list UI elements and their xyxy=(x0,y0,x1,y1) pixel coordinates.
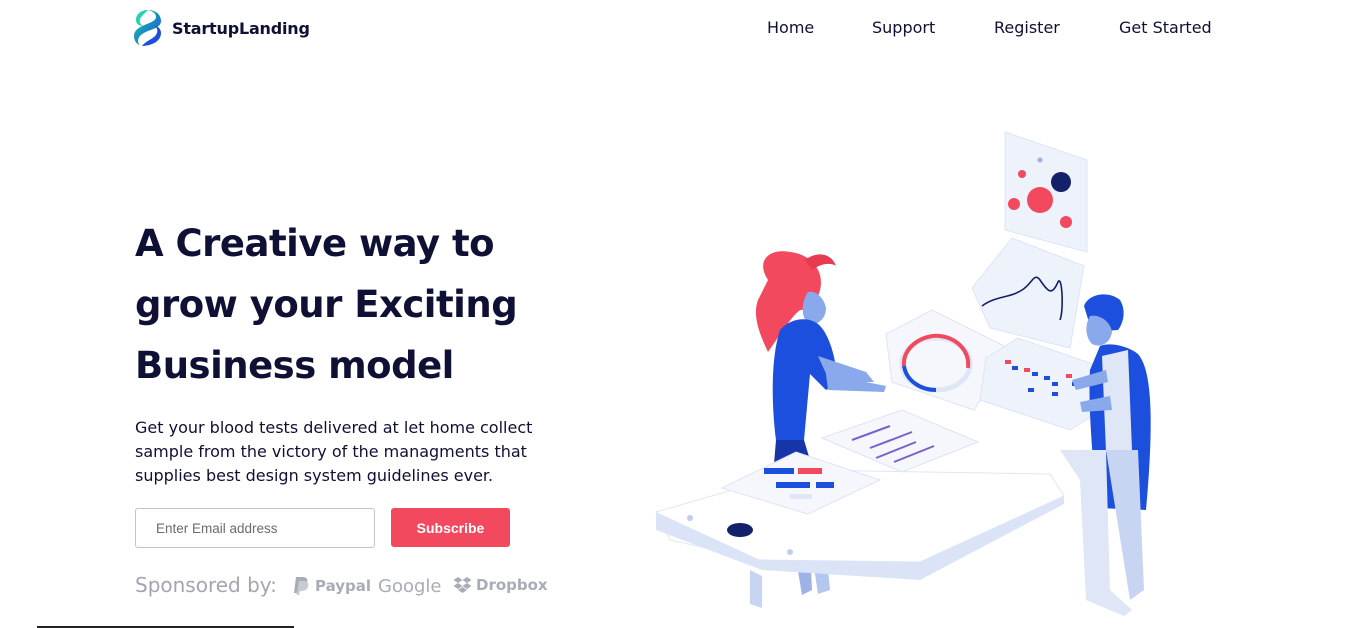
nav-support[interactable]: Support xyxy=(872,18,935,37)
hero-title-line: grow your Exciting xyxy=(135,283,518,326)
hero-description: Get your blood tests delivered at let ho… xyxy=(135,418,533,485)
sponsor-name: Dropbox xyxy=(476,576,548,594)
line-chart-card xyxy=(971,237,1085,349)
sponsor-dropbox: Dropbox xyxy=(453,576,548,594)
hero-title: A Creative way to grow your Exciting Bus… xyxy=(135,213,655,396)
bubble-chart-card xyxy=(1004,131,1088,253)
sponsor-google: Google xyxy=(378,576,441,597)
hero-illustration xyxy=(655,131,1151,616)
subscribe-button[interactable]: Subscribe xyxy=(391,508,510,547)
sponsor-name: Paypal xyxy=(315,577,372,595)
desk xyxy=(655,469,1065,608)
sponsor-label: Sponsored by: xyxy=(135,573,277,597)
email-input[interactable] xyxy=(135,508,375,548)
nav-register[interactable]: Register xyxy=(994,18,1060,37)
site-header: StartupLanding Home Support Register Get… xyxy=(0,0,1347,60)
sponsor-name: Google xyxy=(378,576,442,597)
dropbox-icon xyxy=(453,577,472,593)
list-card xyxy=(820,409,980,473)
nav-get-started[interactable]: Get Started xyxy=(1119,18,1212,37)
sponsor-paypal: Paypal xyxy=(293,576,371,596)
hero-title-line: A Creative way to xyxy=(135,222,495,265)
paypal-icon xyxy=(294,577,309,595)
hero-title-line: Business model xyxy=(135,344,454,387)
nav-home[interactable]: Home xyxy=(767,18,814,37)
main-nav: Home Support Register Get Started xyxy=(0,18,1347,42)
